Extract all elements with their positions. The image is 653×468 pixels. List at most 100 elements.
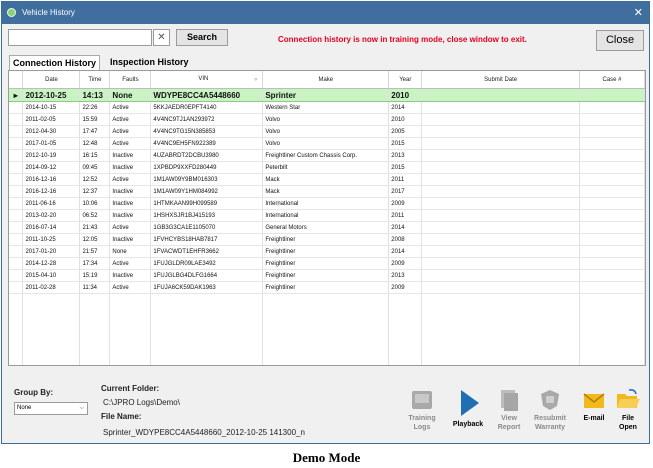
table-row[interactable]: 2014-10-15 22:26 Active 5KKJAEDR0EPFT4140 We…: [9, 101, 645, 114]
cell-case: [579, 245, 645, 258]
cell-date: 2016-07-14: [22, 221, 81, 234]
table-row[interactable]: 2017-01-20 21:57 None 1FVACWDT1EHFR3662 Frei…: [9, 245, 645, 258]
cell-vin: 1FUJGLBG4DLFG1664: [150, 269, 264, 282]
empty-cell: [109, 316, 152, 327]
cell-year: 2011: [388, 209, 423, 222]
table-row[interactable]: 2016-12-16 12:52 Active 1M1AW09Y9BM016303 Ma…: [9, 173, 645, 186]
cell-vin: 4V4NC9TG15N385853: [150, 125, 264, 138]
cell-faults: Active: [109, 221, 152, 234]
playback-icon: [461, 390, 479, 416]
cell-year: 2015: [388, 137, 423, 150]
empty-cell: [150, 349, 264, 360]
cell-submit: [421, 125, 580, 138]
column-header-case[interactable]: Case #: [579, 71, 645, 89]
current-folder-value: C:\JPRO Logs\Demo\: [103, 398, 180, 407]
empty-cell: [150, 360, 264, 365]
group-by-select[interactable]: None ⌵: [14, 402, 88, 415]
history-table: Date Time Faults VIN ▿ Make Year Submit D…: [9, 71, 645, 365]
table-row[interactable]: 2011-02-05 15:59 Active 4V4NC9TJ1AN293972 Vo…: [9, 113, 645, 126]
empty-cell: [150, 316, 264, 327]
column-header-time[interactable]: Time: [79, 71, 111, 89]
row-indicator: [9, 149, 24, 162]
table-row[interactable]: 2014-12-28 17:34 Active 1FUJGLDR09LAE3492 Fr…: [9, 257, 645, 270]
table-row[interactable]: 2011-10-25 12:05 Inactive 1FVHCYBS18HAB7817…: [9, 233, 645, 246]
cell-submit: [421, 113, 580, 126]
table-row[interactable]: 2011-02-28 11:34 Active 1FUJA6CK59DAK1963 Fr…: [9, 281, 645, 294]
row-indicator: [9, 221, 24, 234]
close-button[interactable]: Close: [596, 30, 644, 51]
empty-cell: [22, 327, 81, 338]
cell-date: 2015-04-10: [22, 269, 81, 282]
cell-submit: [421, 101, 580, 114]
table-row[interactable]: 2016-12-16 12:37 Inactive 1M1AW09Y1HM084992…: [9, 185, 645, 198]
tab-connection-history[interactable]: Connection History: [9, 55, 101, 71]
playback-button[interactable]: Playback: [448, 388, 488, 429]
cell-make: Volvo: [262, 125, 390, 138]
row-indicator: [9, 173, 24, 186]
cell-faults: Inactive: [109, 161, 152, 174]
cell-vin: 1HSHXSJR1BJ415193: [150, 209, 264, 222]
search-input[interactable]: [8, 29, 152, 46]
cell-case: [579, 233, 645, 246]
row-indicator: [9, 197, 24, 210]
empty-cell: [421, 338, 580, 349]
table-row[interactable]: ▸ 2012-10-25 14:13 None WDYPE8CC4A5448660 Spr…: [9, 88, 645, 102]
cell-faults: Active: [109, 257, 152, 270]
file-open-button[interactable]: File Open: [611, 388, 645, 432]
vehicle-history-window: Vehicle History ✕ ✕ Search Connection hi…: [1, 1, 650, 444]
cell-vin: 1FUJA6CK59DAK1963: [150, 281, 264, 294]
cell-submit: [421, 197, 580, 210]
column-header-faults[interactable]: Faults: [109, 71, 152, 89]
resubmit-warranty-button[interactable]: Resubmit Warranty: [527, 388, 573, 432]
row-indicator: [9, 185, 24, 198]
empty-cell: [22, 338, 81, 349]
cell-case: [579, 101, 645, 114]
row-indicator: [9, 101, 24, 114]
cell-date: 2014-09-12: [22, 161, 81, 174]
cell-make: Freightliner: [262, 245, 390, 258]
cell-make: Volvo: [262, 137, 390, 150]
clear-search-button[interactable]: ✕: [153, 29, 170, 46]
empty-cell: [262, 293, 390, 305]
table-row[interactable]: 2011-06-16 10:06 Inactive 1HTMKAAN99H099589…: [9, 197, 645, 210]
training-logs-button[interactable]: Training Logs: [402, 388, 442, 432]
column-header-make[interactable]: Make: [262, 71, 390, 89]
table-header-row: Date Time Faults VIN ▿ Make Year Submit D…: [9, 71, 645, 89]
column-header-submit-date[interactable]: Submit Date: [421, 71, 580, 89]
cell-make: General Motors: [262, 221, 390, 234]
search-button[interactable]: Search: [176, 29, 228, 46]
cell-time: 21:57: [79, 245, 111, 258]
column-header-date[interactable]: Date: [22, 71, 81, 89]
cell-submit: [421, 209, 580, 222]
tab-inspection-history[interactable]: Inspection History: [107, 55, 192, 70]
column-header-vin[interactable]: VIN ▿: [150, 71, 264, 89]
table-row[interactable]: 2015-04-10 15:19 Inactive 1FUJGLBG4DLFG1664…: [9, 269, 645, 282]
window-close-button[interactable]: ✕: [634, 6, 643, 19]
column-header-year[interactable]: Year: [388, 71, 423, 89]
cell-year: 2013: [388, 149, 423, 162]
view-report-button[interactable]: View Report: [489, 388, 529, 432]
cell-time: 10:06: [79, 197, 111, 210]
empty-cell: [22, 349, 81, 360]
cell-date: 2012-10-19: [22, 149, 81, 162]
title-bar: Vehicle History ✕: [2, 2, 649, 24]
cell-year: 2013: [388, 269, 423, 282]
cell-case: [579, 173, 645, 186]
cell-make: Freightliner: [262, 233, 390, 246]
empty-row: [9, 293, 645, 305]
table-row[interactable]: 2012-04-30 17:47 Active 4V4NC9TG15N385853 Vo…: [9, 125, 645, 138]
table-row[interactable]: 2014-09-12 09:45 Inactive 1XPBDP9XXFD280449…: [9, 161, 645, 174]
empty-row: [9, 338, 645, 349]
table-row[interactable]: 2012-10-19 16:15 Inactive 4UZABRDT2DCBU3980…: [9, 149, 645, 162]
current-folder-label: Current Folder:: [101, 384, 160, 393]
empty-cell: [9, 293, 24, 305]
table-row[interactable]: 2016-07-14 21:43 Active 1GB3G3CA1E1105070 Ge…: [9, 221, 645, 234]
cell-make: International: [262, 209, 390, 222]
email-button[interactable]: E-mail: [575, 388, 613, 423]
table-row[interactable]: 2017-01-05 12:48 Active 4V4NC9EH5FN922389 Vo…: [9, 137, 645, 150]
cell-vin: 1FVHCYBS18HAB7817: [150, 233, 264, 246]
empty-cell: [388, 338, 423, 349]
vin-header-label: VIN: [198, 76, 209, 82]
table-row[interactable]: 2013-02-20 06:52 Inactive 1HSHXSJR1BJ415193…: [9, 209, 645, 222]
empty-cell: [579, 327, 645, 338]
